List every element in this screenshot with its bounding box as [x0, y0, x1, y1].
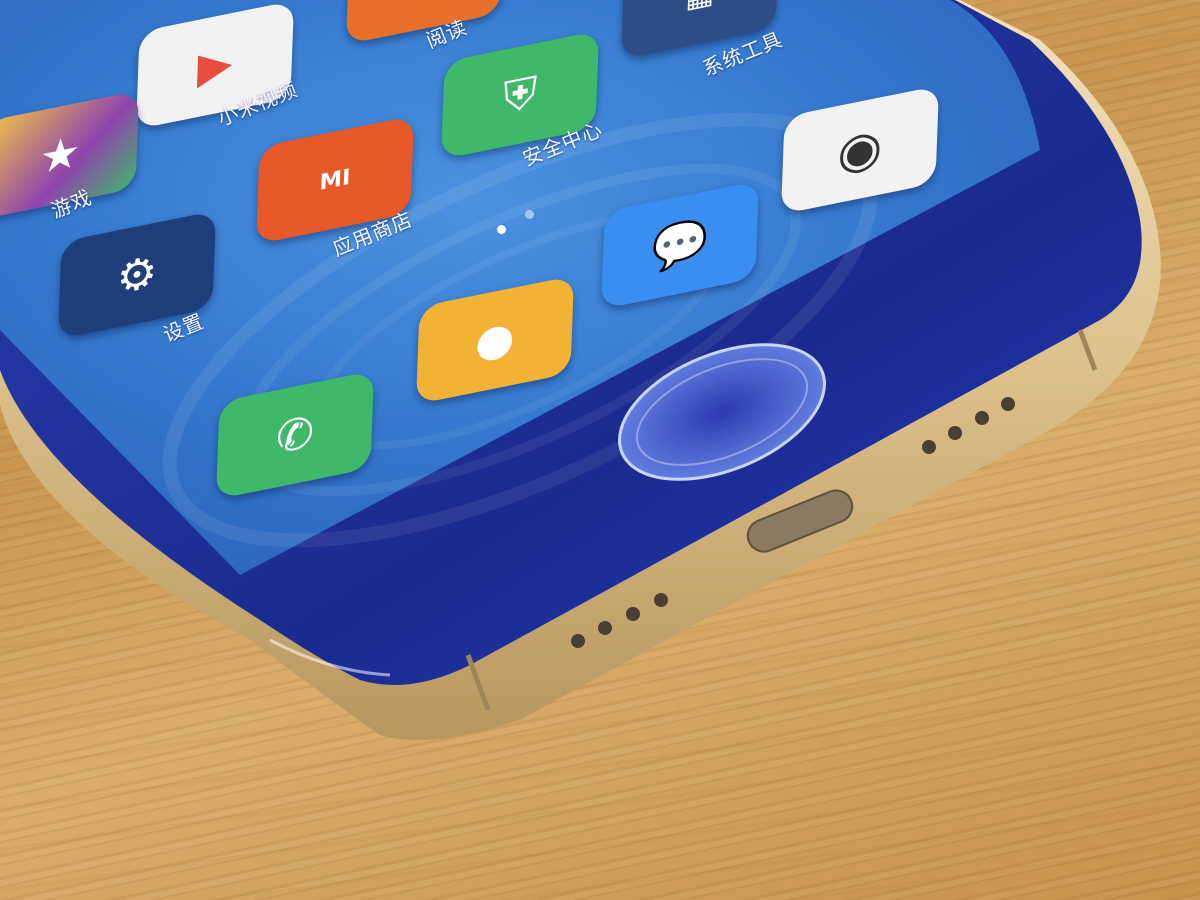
page-dot-active — [497, 225, 506, 234]
page-dot — [525, 210, 534, 219]
